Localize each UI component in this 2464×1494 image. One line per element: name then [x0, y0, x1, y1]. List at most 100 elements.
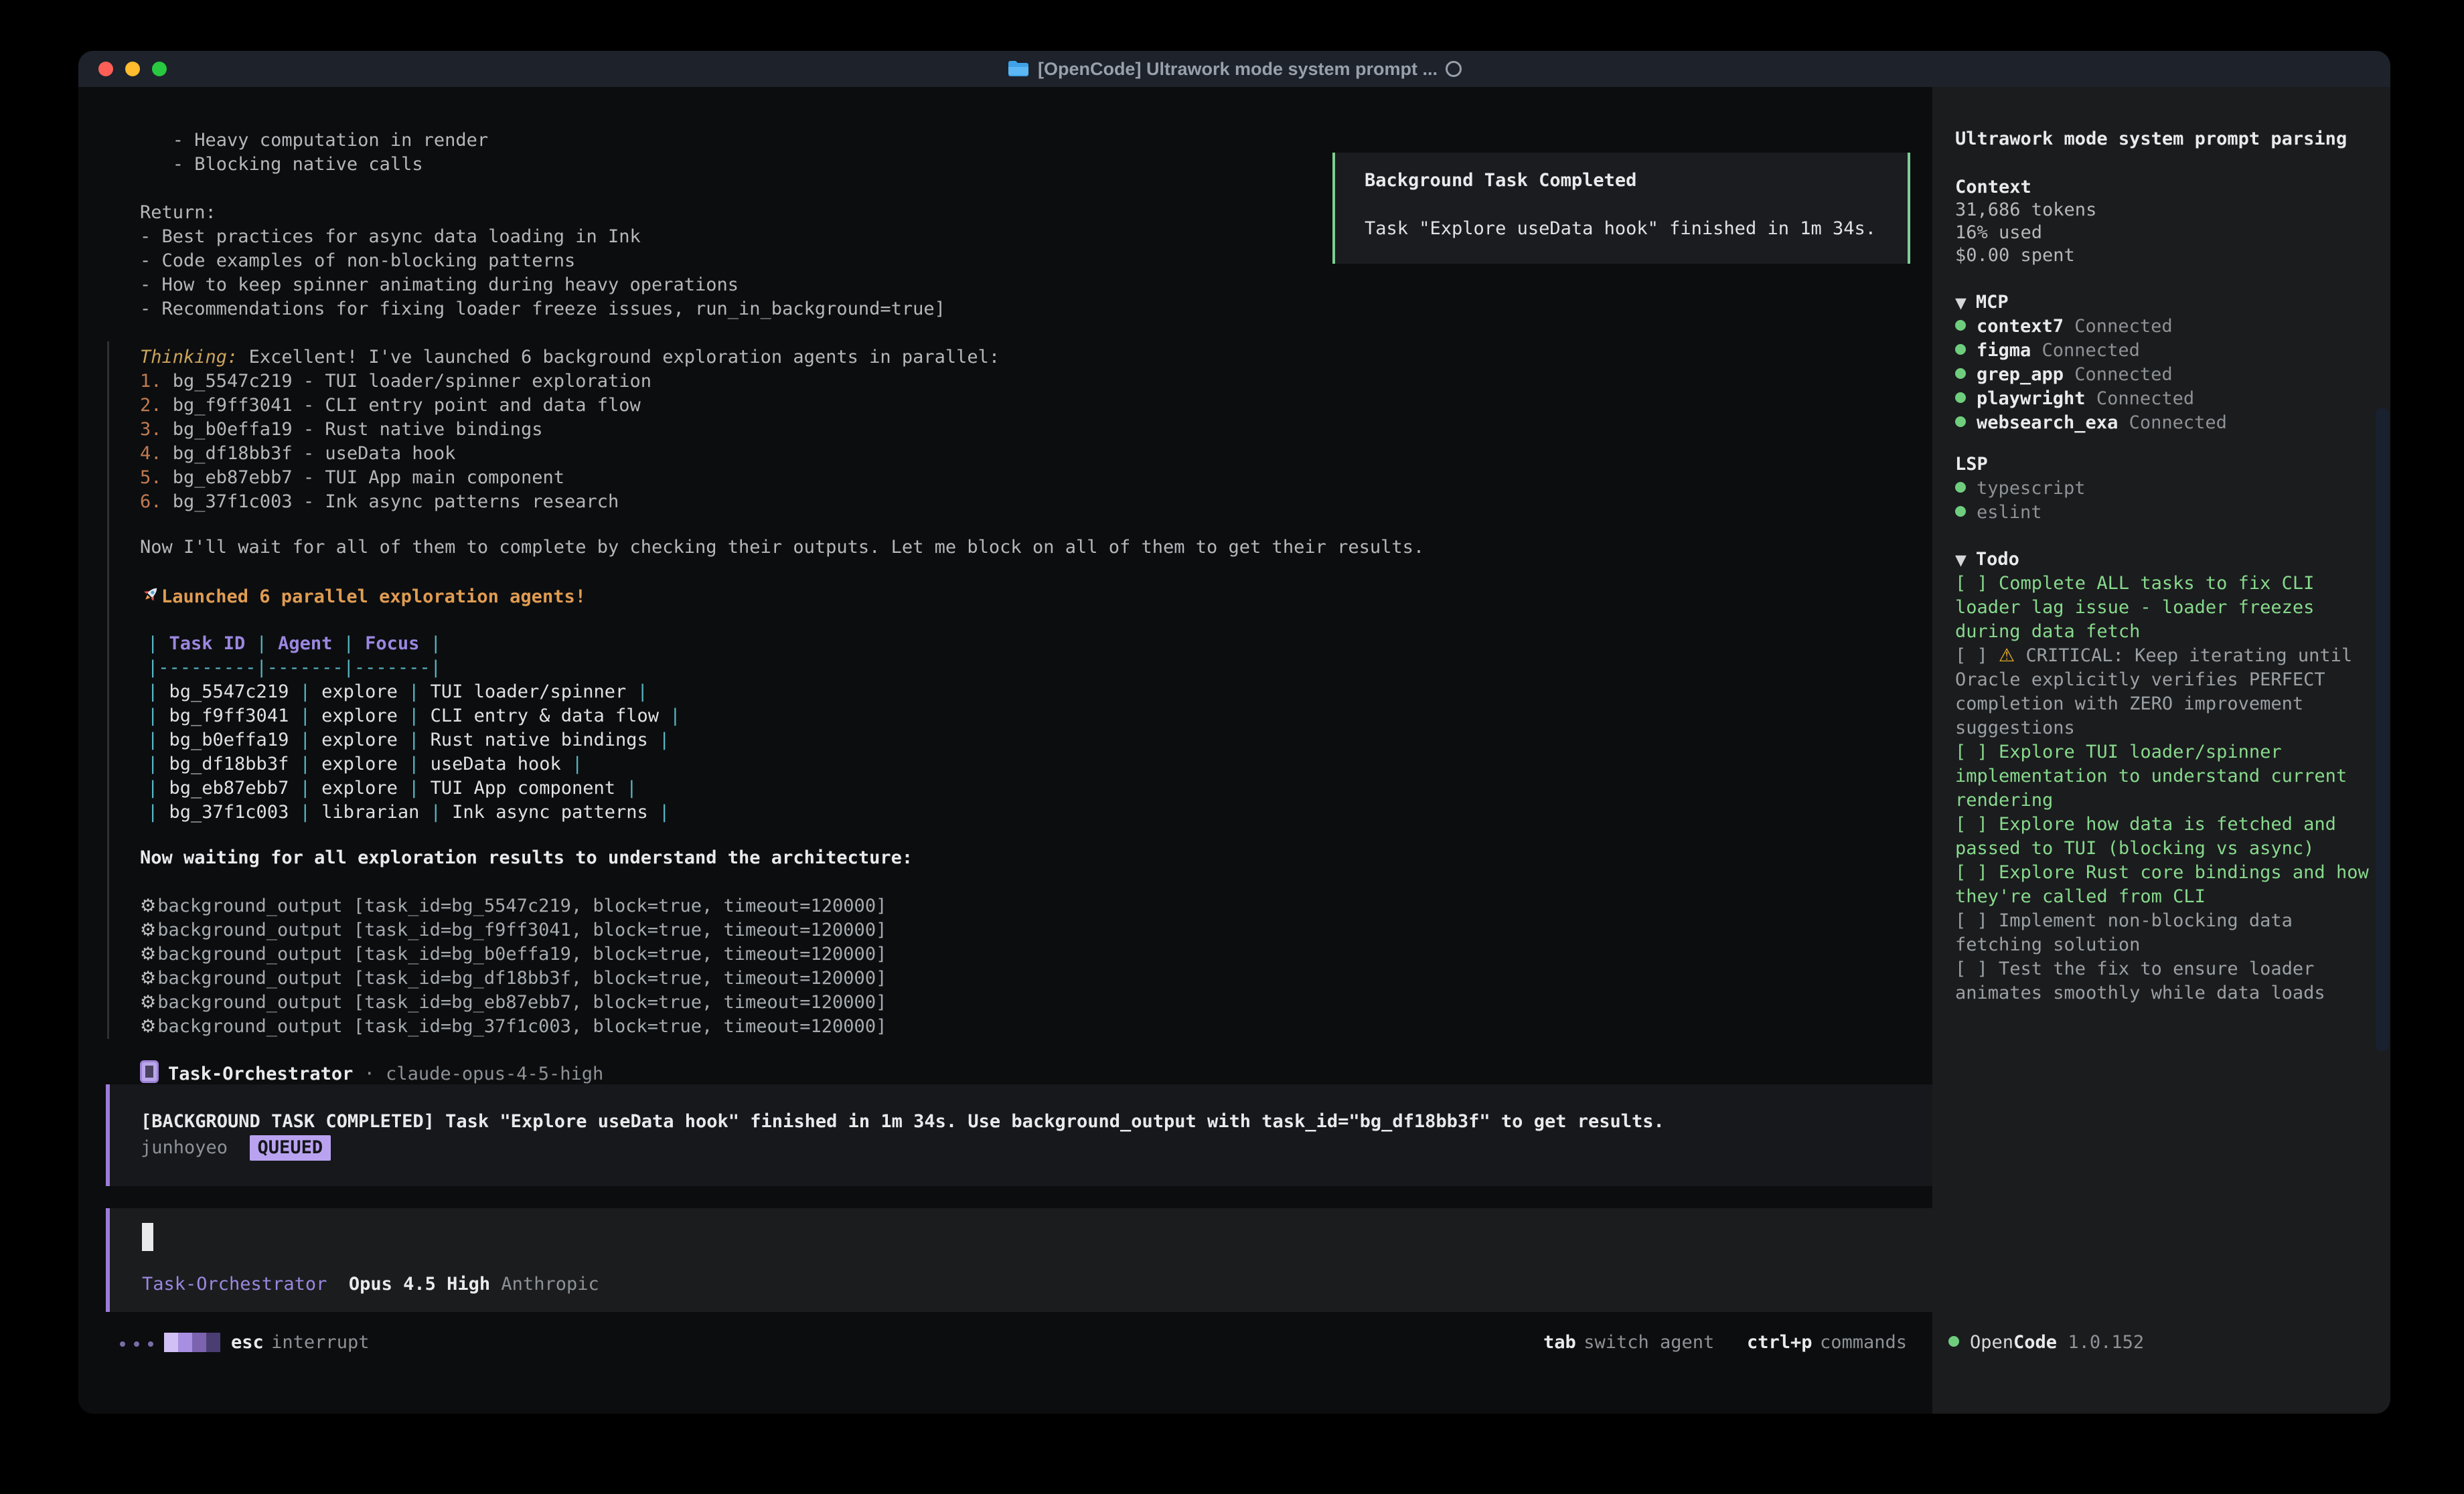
hint-commands: ctrl+pcommands	[1747, 1331, 1907, 1355]
agent-attribution: Task-Orchestrator · claude-opus-4-5-high	[140, 1060, 603, 1086]
mcp-item: figmaConnected	[1955, 339, 2140, 363]
message-left-border	[107, 341, 109, 1039]
table-header-row: |Task ID|Agent|Focus|	[147, 632, 441, 656]
spinner-dots-icon	[120, 1341, 153, 1347]
table-row: |bg_df18bb3f|explore|useData hook|	[147, 752, 583, 776]
context-tokens: 31,686 tokens	[1955, 198, 2096, 222]
app-version: OpenCode1.0.152	[1948, 1331, 2144, 1355]
tool-output-line: - How to keep spinner animating during h…	[140, 273, 739, 297]
status-sidebar: Ultrawork mode system prompt parsing Con…	[1932, 87, 2390, 1414]
tool-call-line: ⚙background_output[task_id=bg_f9ff3041, …	[140, 918, 887, 942]
tool-output-line: - Recommendations for fixing loader free…	[140, 297, 945, 321]
hint-switch-agent: tabswitch agent	[1543, 1331, 1714, 1355]
mcp-item: websearch_exaConnected	[1955, 411, 2227, 435]
todo-item: [ ] Explore TUI loader/spinner implement…	[1955, 740, 2369, 813]
status-dot-icon	[1955, 368, 1966, 379]
status-dot-icon	[1955, 506, 1966, 517]
tool-call-line: ⚙background_output[task_id=bg_df18bb3f, …	[140, 967, 887, 991]
lsp-item: typescript	[1955, 477, 2086, 501]
lsp-heading: LSP	[1955, 452, 1988, 477]
tool-output-line: - Heavy computation in render	[140, 129, 488, 153]
username: junhoyeo	[141, 1137, 228, 1158]
table-row: |bg_eb87ebb7|explore|TUI App component|	[147, 776, 637, 801]
table-separator-row: |---------|-------|-------|	[147, 656, 441, 680]
gear-icon: ⚙	[140, 1016, 156, 1037]
assistant-text: Now I'll wait for all of them to complet…	[140, 535, 1424, 560]
queued-badge: QUEUED	[250, 1135, 331, 1161]
notification-toast[interactable]: Background Task Completed Task "Explore …	[1332, 153, 1910, 264]
prompt-input[interactable]: Task-Orchestrator Opus 4.5 High Anthropic	[106, 1208, 1932, 1312]
session-title: Ultrawork mode system prompt parsing	[1955, 127, 2347, 151]
opencode-window: [OpenCode] Ultrawork mode system prompt …	[78, 51, 2390, 1414]
thinking-item: 4.bg_df18bb3f - useData hook	[140, 442, 455, 466]
toast-title: Background Task Completed	[1365, 169, 1636, 193]
context-used: 16% used	[1955, 221, 2042, 245]
status-bar: escinterrupt tabswitch agent ctrl+pcomma…	[78, 1331, 1932, 1360]
agent-name[interactable]: Task-Orchestrator	[142, 1274, 327, 1295]
status-dot-icon	[1955, 344, 1966, 355]
toast-body: Task "Explore useData hook" finished in …	[1365, 217, 1876, 241]
mcp-item: grep_appConnected	[1955, 363, 2173, 387]
hint-interrupt: escinterrupt	[231, 1331, 369, 1355]
mcp-item: context7Connected	[1955, 315, 2173, 339]
table-row: |bg_f9ff3041|explore|CLI entry & data fl…	[147, 704, 681, 728]
launch-line: Launched 6 parallel exploration agents!	[140, 584, 586, 609]
agent-icon	[140, 1060, 159, 1083]
background-task-message: [BACKGROUND TASK COMPLETED] Task "Explor…	[106, 1084, 1932, 1186]
tool-call-line: ⚙background_output[task_id=bg_b0effa19, …	[140, 942, 887, 967]
table-row: |bg_37f1c003|librarian|Ink async pattern…	[147, 801, 670, 825]
todo-item: [ ] Test the fix to ensure loader animat…	[1955, 957, 2369, 1005]
status-dot-icon	[1955, 416, 1966, 427]
table-row: |bg_5547c219|explore|TUI loader/spinner|	[147, 680, 648, 704]
context-heading: Context	[1955, 175, 2031, 199]
background-task-text: [BACKGROUND TASK COMPLETED] Task "Explor…	[141, 1110, 1665, 1134]
tool-call-line: ⚙background_output[task_id=bg_eb87ebb7, …	[140, 991, 887, 1015]
mcp-heading[interactable]: ▼MCP	[1955, 290, 2009, 316]
thinking-item: 3.bg_b0effa19 - Rust native bindings	[140, 418, 542, 442]
gear-icon: ⚙	[140, 968, 156, 989]
tool-call-line: ⚙background_output[task_id=bg_5547c219, …	[140, 894, 887, 918]
gear-icon: ⚙	[140, 920, 156, 940]
thinking-item: 6.bg_37f1c003 - Ink async patterns resea…	[140, 490, 619, 514]
progress-blocks-icon	[164, 1333, 220, 1352]
gear-icon: ⚙	[140, 896, 156, 916]
todo-heading[interactable]: ▼Todo	[1955, 548, 2019, 573]
status-dot-icon	[1948, 1336, 1959, 1347]
chevron-down-icon: ▼	[1955, 295, 1967, 312]
todo-item: [ ] Implement non-blocking data fetching…	[1955, 909, 2369, 957]
chevron-down-icon: ▼	[1955, 552, 1967, 569]
gear-icon: ⚙	[140, 944, 156, 965]
assistant-text-bold: Now waiting for all exploration results …	[140, 846, 913, 870]
input-agent-row: Task-Orchestrator Opus 4.5 High Anthropic	[142, 1272, 599, 1297]
status-dot-icon	[1955, 320, 1966, 331]
todo-item: [ ] Explore how data is fetched and pass…	[1955, 813, 2369, 861]
titlebar: [OpenCode] Ultrawork mode system prompt …	[78, 51, 2390, 87]
thinking-item: 2.bg_f9ff3041 - CLI entry point and data…	[140, 394, 641, 418]
tool-output-line: - Code examples of non-blocking patterns	[140, 249, 575, 273]
scrollbar-thumb[interactable]	[2376, 408, 2389, 1051]
provider-name: Anthropic	[501, 1274, 599, 1295]
mcp-item: playwrightConnected	[1955, 387, 2194, 411]
tool-output-line: - Blocking native calls	[140, 153, 423, 177]
tool-output-line: Return:	[140, 201, 216, 225]
model-name[interactable]: Opus 4.5 High	[349, 1274, 490, 1295]
status-ring-icon	[1446, 61, 1462, 77]
status-dot-icon	[1955, 482, 1966, 493]
tool-call-line: ⚙background_output[task_id=bg_37f1c003, …	[140, 1015, 887, 1039]
thinking-item: 5.bg_eb87ebb7 - TUI App main component	[140, 466, 564, 490]
thinking-line: Thinking:Excellent! I've launched 6 back…	[140, 345, 1000, 369]
todo-item: [ ] Explore Rust core bindings and how t…	[1955, 861, 2369, 909]
todo-item: [ ] ⚠ CRITICAL: Keep iterating until Ora…	[1955, 644, 2369, 740]
gear-icon: ⚙	[140, 992, 156, 1013]
thinking-item: 1.bg_5547c219 - TUI loader/spinner explo…	[140, 369, 651, 394]
rocket-icon	[140, 586, 161, 607]
status-dot-icon	[1955, 392, 1966, 403]
tool-output-line: - Best practices for async data loading …	[140, 225, 641, 249]
text-cursor	[142, 1223, 153, 1251]
folder-icon	[1007, 60, 1030, 79]
background-task-meta: junhoyeo QUEUED	[141, 1135, 331, 1161]
chat-transcript: - Heavy computation in render - Blocking…	[78, 87, 1932, 1414]
window-title: [OpenCode] Ultrawork mode system prompt …	[1038, 51, 1438, 87]
warning-icon: ⚠	[1999, 645, 2015, 666]
lsp-item: eslint	[1955, 501, 2042, 525]
